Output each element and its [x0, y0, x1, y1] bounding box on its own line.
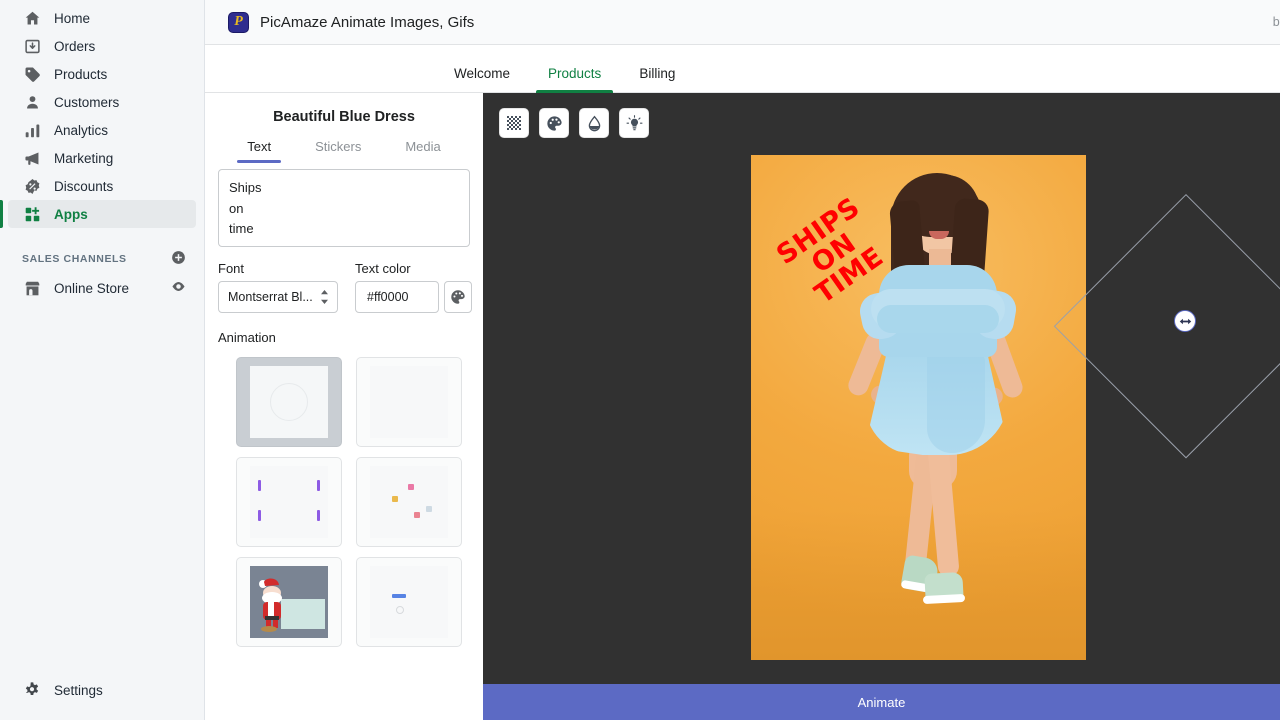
main-area: P PicAmaze Animate Images, Gifs by Welco…: [205, 0, 1280, 720]
page-title: PicAmaze Animate Images, Gifs: [260, 13, 475, 31]
app-root: Home Orders Products Customers Analytics…: [0, 0, 1280, 720]
sidebar-item-label: Online Store: [54, 280, 130, 296]
animation-preset-2[interactable]: [356, 357, 462, 447]
line-shape: [392, 594, 406, 598]
brightness-bulb-icon[interactable]: [619, 108, 649, 138]
sidebar-item-discounts[interactable]: Discounts: [8, 172, 196, 200]
canvas-area[interactable]: SHIPS ON TIME Animate: [483, 93, 1280, 720]
santa-icon: [259, 578, 282, 632]
sidebar-item-label: Discounts: [54, 178, 114, 194]
sidebar-item-label: Orders: [54, 38, 96, 54]
animation-grid: [236, 357, 483, 647]
selection-outline: [1053, 194, 1280, 459]
products-tag-icon: [22, 64, 42, 84]
editor-panel: Beautiful Blue Dress Text Stickers Media…: [205, 93, 483, 720]
fill-droplet-icon[interactable]: [579, 108, 609, 138]
font-field: Font Montserrat Bl...: [218, 261, 338, 313]
palette-icon[interactable]: [444, 281, 472, 313]
apps-grid-icon: [22, 204, 42, 224]
font-label: Font: [218, 261, 245, 276]
canvas-toolbar: [499, 108, 649, 138]
product-title: Beautiful Blue Dress: [273, 109, 415, 125]
sidebar-item-home[interactable]: Home: [8, 4, 196, 32]
store-icon: [22, 278, 42, 298]
tab-products[interactable]: Products: [536, 66, 614, 93]
animation-preview: [370, 466, 448, 538]
active-indicator-bar: [0, 200, 3, 228]
animation-preset-4[interactable]: [356, 457, 462, 547]
text-color-controls: #ff0000: [355, 281, 472, 313]
app-tabbar: Welcome Products Billing: [205, 45, 1280, 93]
sidebar-item-label: Apps: [54, 206, 88, 222]
sidebar-item-marketing[interactable]: Marketing: [8, 144, 196, 172]
animation-label: Animation: [218, 330, 276, 345]
sidebar-item-label: Home: [54, 10, 91, 26]
home-icon: [22, 8, 42, 28]
sidebar-item-settings[interactable]: Settings: [8, 676, 196, 704]
sidebar-item-products[interactable]: Products: [8, 60, 196, 88]
panel-tab-text[interactable]: Text: [225, 139, 293, 163]
stepper-icon: [320, 289, 329, 305]
font-color-row: Font Montserrat Bl... Text color #ff0000: [218, 261, 472, 313]
add-sales-channel-plus-icon[interactable]: [171, 250, 186, 268]
ring-shape: [270, 383, 308, 421]
sidebar-item-label: Analytics: [54, 122, 109, 138]
sidebar-item-label: Customers: [54, 94, 120, 110]
panel-tab-stickers[interactable]: Stickers: [293, 139, 383, 163]
animation-preview: [250, 366, 328, 438]
sidebar-item-label: Marketing: [54, 150, 114, 166]
picamaze-logo-icon: P: [228, 11, 249, 33]
gear-icon: [22, 680, 42, 700]
sales-channels-label: SALES CHANNELS: [22, 253, 127, 265]
animation-preset-1[interactable]: [236, 357, 342, 447]
sidebar-item-orders[interactable]: Orders: [8, 32, 196, 60]
sidebar-item-label: Products: [54, 66, 108, 82]
tab-billing[interactable]: Billing: [627, 66, 687, 92]
sidebar-item-customers[interactable]: Customers: [8, 88, 196, 116]
circle-shape: [396, 606, 404, 614]
font-select-value: Montserrat Bl...: [228, 290, 313, 304]
analytics-bars-icon: [22, 120, 42, 140]
text-color-field: Text color #ff0000: [338, 261, 472, 313]
orders-icon: [22, 36, 42, 56]
sidebar-item-apps[interactable]: Apps: [0, 200, 196, 228]
logo-letter: P: [234, 14, 243, 29]
sidebar-item-online-store[interactable]: Online Store: [8, 274, 196, 302]
sidebar-item-analytics[interactable]: Analytics: [8, 116, 196, 144]
animation-preset-santa[interactable]: [236, 557, 342, 647]
font-select[interactable]: Montserrat Bl...: [218, 281, 338, 313]
discounts-badge-icon: [22, 176, 42, 196]
animate-button[interactable]: Animate: [483, 684, 1280, 720]
app-author-label: by: [1272, 15, 1280, 29]
animation-preset-6[interactable]: [356, 557, 462, 647]
panel-tab-media[interactable]: Media: [383, 139, 462, 163]
text-color-label: Text color: [355, 261, 411, 276]
customers-person-icon: [22, 92, 42, 112]
animation-preview: [370, 566, 448, 638]
app-header-left: P PicAmaze Animate Images, Gifs: [228, 11, 475, 33]
workspace: Beautiful Blue Dress Text Stickers Media…: [205, 93, 1280, 720]
resize-handle-left[interactable]: [1174, 310, 1196, 332]
text-color-input[interactable]: #ff0000: [355, 281, 439, 313]
sidebar-nav: Home Orders Products Customers Analytics…: [0, 0, 204, 228]
santa-preview: [250, 566, 328, 638]
overlay-text-input[interactable]: Ships on time: [218, 169, 470, 247]
sidebar: Home Orders Products Customers Analytics…: [0, 0, 205, 720]
preview-eye-icon[interactable]: [171, 279, 186, 297]
transparency-checker-icon[interactable]: [499, 108, 529, 138]
tab-welcome[interactable]: Welcome: [442, 66, 522, 92]
sidebar-item-label: Settings: [54, 682, 103, 698]
online-store-left: Online Store: [22, 278, 129, 298]
palette-icon[interactable]: [539, 108, 569, 138]
animation-preview: [370, 366, 448, 438]
animation-preview: [250, 466, 328, 538]
animation-preset-3[interactable]: [236, 457, 342, 547]
marketing-megaphone-icon: [22, 148, 42, 168]
santa-board-shape: [281, 599, 325, 629]
panel-tabs: Text Stickers Media: [205, 139, 483, 163]
sales-channels-header: SALES CHANNELS: [0, 244, 204, 274]
image-stage[interactable]: SHIPS ON TIME: [751, 155, 1086, 660]
app-header: P PicAmaze Animate Images, Gifs by: [205, 0, 1280, 45]
